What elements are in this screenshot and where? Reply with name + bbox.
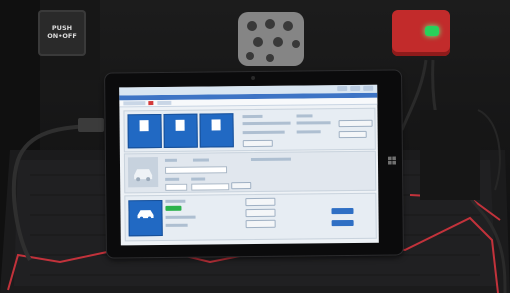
push-start-label: PUSH ON•OFF (47, 24, 77, 40)
field-label (165, 177, 180, 181)
panel-button (245, 219, 276, 229)
panel-button (242, 139, 273, 148)
panel-button (245, 208, 276, 218)
input-field (165, 166, 228, 174)
field-label (250, 157, 291, 162)
panel-button (338, 130, 367, 139)
tablet-screen (119, 84, 379, 246)
input-field (165, 183, 188, 191)
field-label (296, 114, 313, 118)
field-value (242, 130, 285, 135)
middle-panel (123, 150, 377, 194)
bottom-panel (124, 192, 377, 242)
device-status-led (425, 26, 439, 36)
obd-interface-device (392, 10, 450, 56)
field-label (165, 199, 186, 203)
field-value (165, 215, 196, 219)
field-label (164, 158, 177, 162)
field-value (296, 121, 331, 125)
menu-tile (199, 113, 234, 148)
vehicle-tile (128, 199, 163, 237)
field-value (165, 223, 188, 227)
status-indicator (165, 205, 182, 211)
usb-plug (78, 118, 104, 132)
tablet-camera (251, 75, 256, 81)
top-link (363, 85, 374, 91)
red-indicator (148, 101, 154, 106)
field-label (242, 114, 263, 119)
brake-pedal (238, 12, 304, 66)
panel-button (231, 182, 252, 190)
vehicle-image (127, 157, 159, 188)
car-icon (134, 169, 153, 182)
menu-tile (127, 113, 162, 149)
primary-button (331, 219, 354, 227)
top-links (337, 85, 374, 92)
check-icon (211, 119, 221, 131)
car-interior-photo: PUSH ON•OFF (0, 0, 510, 293)
tablet (105, 70, 403, 258)
panel-button (338, 119, 373, 128)
panel-button (245, 197, 276, 207)
top-link (350, 85, 361, 91)
tab (123, 101, 146, 106)
menu-tile (163, 113, 198, 148)
top-link (337, 86, 348, 92)
field-label (191, 177, 206, 181)
field-value (242, 121, 291, 126)
document-icon (175, 119, 185, 131)
tab-strip (119, 97, 378, 108)
car-icon (137, 210, 154, 220)
tab (157, 100, 172, 106)
primary-button (331, 207, 354, 215)
push-start-button: PUSH ON•OFF (38, 10, 86, 56)
input-field (191, 183, 230, 191)
field-value (296, 130, 321, 134)
top-panel (123, 107, 376, 153)
field-label (192, 158, 209, 162)
windows-logo-icon (387, 156, 397, 165)
document-icon (139, 120, 149, 132)
